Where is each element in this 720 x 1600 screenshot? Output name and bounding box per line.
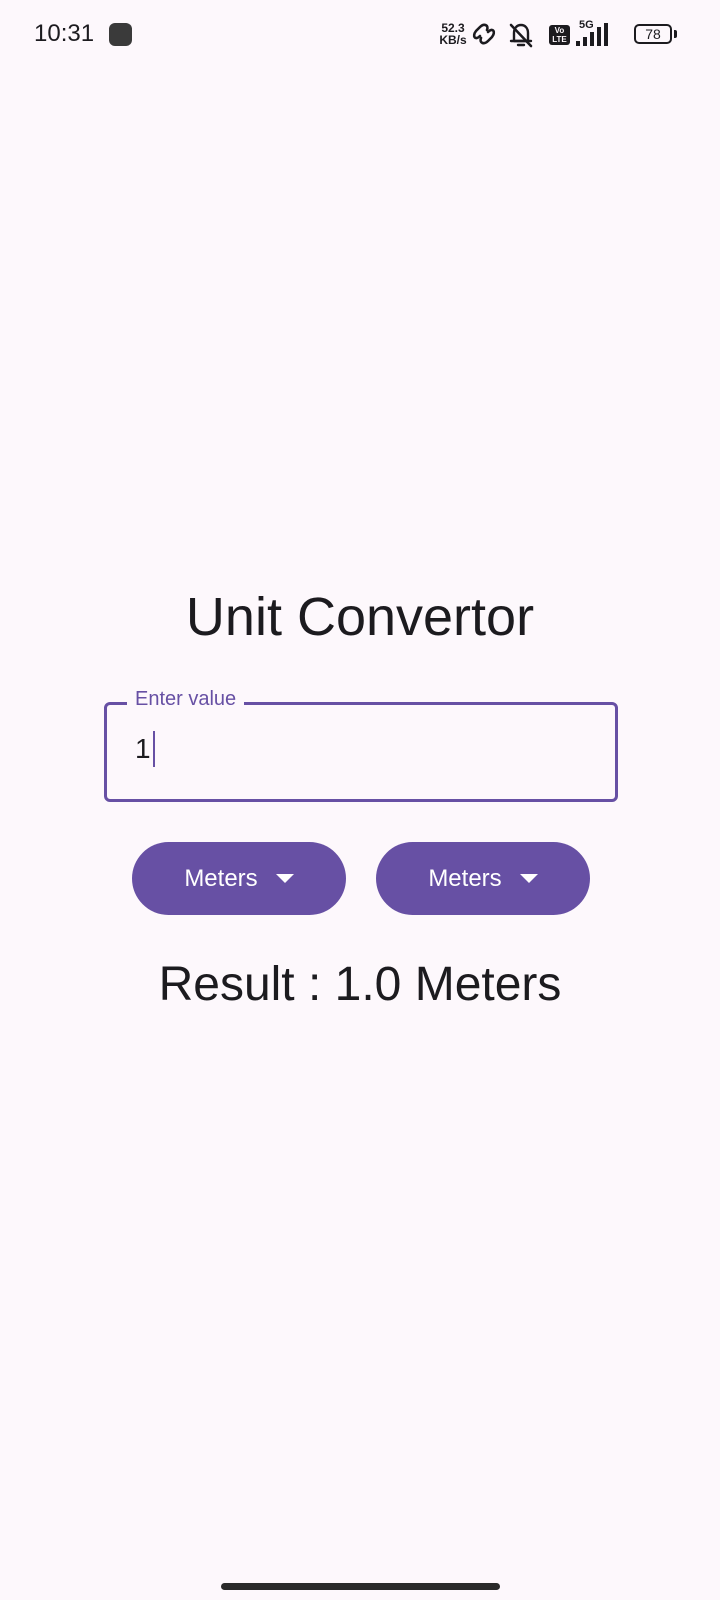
- volte-label-bottom: LTE: [552, 35, 567, 44]
- volte-label-top: Vo: [554, 26, 565, 35]
- signal-strength-icon: [566, 23, 610, 52]
- value-input-label: Enter value: [127, 687, 245, 711]
- value-input[interactable]: 1: [135, 731, 155, 767]
- app-notification-icon: [109, 23, 132, 46]
- to-unit-label: Meters: [428, 864, 502, 892]
- home-indicator[interactable]: [221, 1583, 500, 1590]
- dropdown-arrow-icon: [519, 874, 538, 883]
- battery-level: 78: [645, 26, 661, 42]
- dropdown-arrow-icon: [275, 874, 294, 883]
- status-time: 10:31: [34, 20, 95, 47]
- page-title: Unit Convertor: [185, 587, 535, 647]
- value-input-field[interactable]: Enter value 1: [104, 687, 618, 802]
- to-unit-dropdown-button[interactable]: Meters: [376, 842, 590, 915]
- network-speed: 52.3 KB/s: [437, 22, 469, 46]
- from-unit-label: Meters: [184, 864, 258, 892]
- hotspot-link-icon: [470, 21, 498, 52]
- value-input-text: 1: [135, 733, 151, 764]
- battery-icon: 78: [634, 24, 672, 44]
- text-cursor: [152, 731, 155, 767]
- from-unit-dropdown-button[interactable]: Meters: [132, 842, 346, 915]
- bell-off-icon: [507, 21, 535, 54]
- battery-tip: [674, 30, 677, 38]
- network-speed-unit: KB/s: [439, 33, 467, 47]
- status-bar: 10:31 52.3 KB/s Vo LTE 5G 78: [0, 0, 720, 70]
- result-text: Result : 1.0 Meters: [158, 958, 562, 1011]
